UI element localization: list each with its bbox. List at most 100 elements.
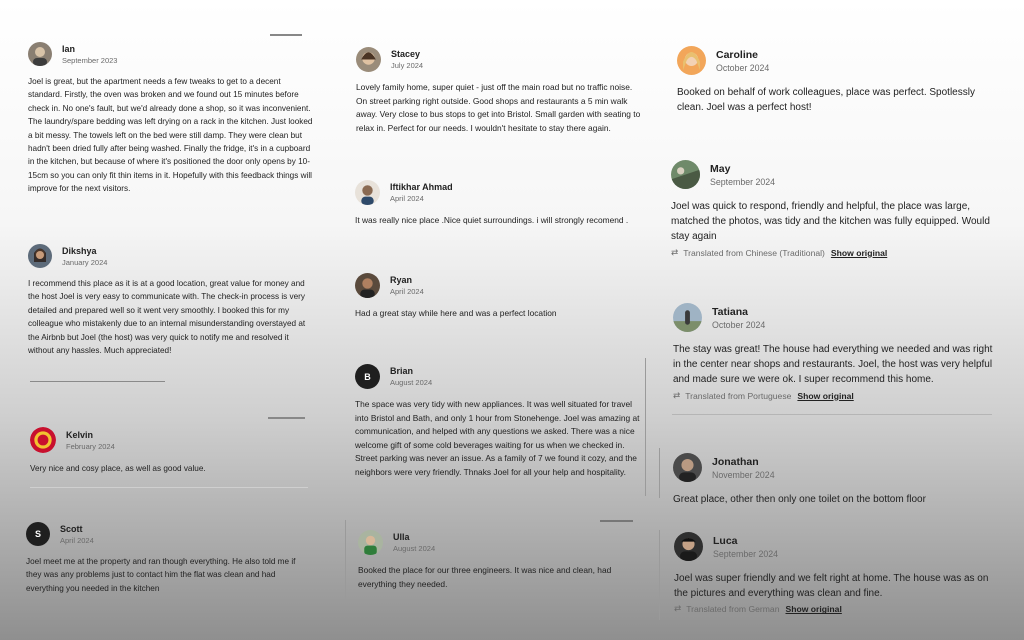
user-photo-icon bbox=[677, 46, 706, 75]
review-card: Ryan April 2024 Had a great stay while h… bbox=[355, 273, 640, 321]
review-date: April 2024 bbox=[390, 194, 424, 203]
translation-note: ⇄ Translated from Chinese (Traditional) … bbox=[671, 248, 991, 258]
review-text: Joel was super friendly and we felt righ… bbox=[674, 573, 989, 600]
avatar[interactable] bbox=[30, 427, 56, 453]
reviewer-name: Iftikhar Ahmad bbox=[390, 182, 453, 192]
avatar[interactable] bbox=[358, 530, 383, 555]
review-text: Lovely family home, super quiet - just o… bbox=[356, 82, 641, 133]
reviewer-name: Scott bbox=[60, 523, 83, 534]
user-photo-icon bbox=[355, 273, 380, 298]
review-text: Very nice and cosy place, as well as goo… bbox=[30, 464, 206, 473]
translation-label: Translated from Chinese (Traditional) bbox=[683, 247, 825, 258]
reviewer-name: Ian bbox=[62, 43, 76, 54]
translate-icon: ⇄ bbox=[673, 390, 681, 401]
divider bbox=[672, 414, 992, 415]
review-text: Great place, other then only one toilet … bbox=[673, 494, 926, 505]
avatar[interactable] bbox=[674, 532, 703, 561]
review-text: I recommend this place as it is at a goo… bbox=[28, 279, 306, 356]
review-date: February 2024 bbox=[66, 441, 115, 451]
show-original-link[interactable]: Show original bbox=[831, 248, 887, 258]
avatar[interactable]: S bbox=[26, 522, 50, 546]
reviewer-name: Caroline bbox=[716, 48, 759, 61]
review-date: August 2024 bbox=[393, 544, 436, 553]
translate-icon: ⇄ bbox=[674, 604, 682, 615]
avatar[interactable] bbox=[673, 453, 702, 482]
reviewer-name: Jonathan bbox=[712, 455, 759, 468]
translation-note: ⇄ Translated from Portuguese Show origin… bbox=[673, 391, 993, 401]
column-divider bbox=[659, 530, 660, 620]
review-date: July 2024 bbox=[391, 61, 424, 70]
review-text: The stay was great! The house had everyt… bbox=[673, 344, 993, 386]
avatar[interactable] bbox=[355, 273, 380, 298]
divider bbox=[30, 381, 165, 382]
review-date: September 2023 bbox=[62, 55, 118, 65]
user-photo-icon bbox=[674, 532, 703, 561]
review-text: The space was very tidy with new applian… bbox=[355, 399, 640, 477]
review-date: September 2024 bbox=[713, 548, 779, 559]
column-divider bbox=[645, 358, 646, 496]
review-text: Joel is great, but the apartment needs a… bbox=[28, 77, 313, 194]
user-photo-icon bbox=[355, 180, 380, 205]
review-date: October 2024 bbox=[716, 62, 770, 73]
club-badge-icon bbox=[30, 427, 56, 453]
reviewer-name: Tatiana bbox=[712, 305, 748, 318]
show-original-link[interactable]: Show original bbox=[786, 604, 842, 614]
reviewer-name: Stacey bbox=[391, 49, 421, 59]
avatar[interactable] bbox=[355, 180, 380, 205]
review-text: Booked the place for our three engineers… bbox=[358, 565, 612, 589]
review-text: Joel was quick to respond, friendly and … bbox=[671, 201, 990, 243]
translation-note: ⇄ Translated from German Show original bbox=[674, 604, 994, 614]
avatar[interactable] bbox=[28, 244, 52, 268]
review-card: May September 2024 Joel was quick to res… bbox=[671, 160, 991, 258]
review-card: Tatiana October 2024 The stay was great!… bbox=[673, 303, 993, 401]
avatar[interactable] bbox=[671, 160, 700, 189]
review-card: B Brian August 2024 The space was very t… bbox=[355, 364, 640, 479]
avatar-initial: B bbox=[364, 371, 371, 382]
review-date: January 2024 bbox=[62, 257, 108, 267]
column-divider bbox=[659, 448, 660, 498]
show-original-link[interactable]: Show original bbox=[797, 391, 853, 401]
divider bbox=[270, 34, 302, 36]
avatar[interactable]: B bbox=[355, 364, 380, 389]
review-date: August 2024 bbox=[390, 378, 433, 387]
translation-label: Translated from Portuguese bbox=[685, 390, 792, 401]
user-photo-icon bbox=[28, 244, 52, 268]
review-text: Booked on behalf of work colleagues, pla… bbox=[677, 87, 975, 114]
avatar[interactable] bbox=[356, 47, 381, 72]
user-photo-icon bbox=[673, 303, 702, 332]
user-photo-icon bbox=[673, 453, 702, 482]
review-date: September 2024 bbox=[710, 176, 776, 187]
reviewer-name: Ryan bbox=[390, 275, 413, 285]
user-photo-icon bbox=[356, 47, 381, 72]
reviewer-name: Brian bbox=[390, 366, 414, 376]
avatar[interactable] bbox=[28, 42, 52, 66]
avatar[interactable] bbox=[677, 46, 706, 75]
review-card: Luca September 2024 Joel was super frien… bbox=[674, 532, 994, 614]
review-card: Dikshya January 2024 I recommend this pl… bbox=[28, 244, 313, 357]
review-text: Joel meet me at the property and ran tho… bbox=[26, 557, 296, 593]
review-date: October 2024 bbox=[712, 319, 766, 330]
review-card: Ulla August 2024 Booked the place for ou… bbox=[358, 530, 643, 591]
user-photo-icon bbox=[671, 160, 700, 189]
review-card: Ian September 2023 Joel is great, but th… bbox=[28, 42, 313, 196]
review-date: November 2024 bbox=[712, 469, 775, 480]
column-divider bbox=[345, 520, 346, 600]
review-card: Jonathan November 2024 Great place, othe… bbox=[673, 453, 993, 507]
user-photo-icon bbox=[28, 42, 52, 66]
avatar[interactable] bbox=[673, 303, 702, 332]
translate-icon: ⇄ bbox=[671, 247, 679, 258]
review-card: Kelvin February 2024 Very nice and cosy … bbox=[30, 427, 315, 475]
avatar-initial: S bbox=[34, 529, 41, 539]
reviewer-name: Kelvin bbox=[66, 429, 94, 440]
review-date: April 2024 bbox=[390, 287, 424, 296]
reviewer-name: May bbox=[710, 162, 731, 175]
divider bbox=[600, 520, 633, 522]
divider bbox=[268, 417, 305, 419]
reviewer-name: Dikshya bbox=[62, 245, 97, 256]
review-text: Had a great stay while here and was a pe… bbox=[355, 308, 557, 318]
review-card: Iftikhar Ahmad April 2024 It was really … bbox=[355, 180, 640, 228]
review-card: Caroline October 2024 Booked on behalf o… bbox=[677, 46, 997, 115]
reviewer-name: Ulla bbox=[393, 532, 410, 542]
review-text: It was really nice place .Nice quiet sur… bbox=[355, 215, 629, 225]
translation-label: Translated from German bbox=[686, 604, 780, 615]
